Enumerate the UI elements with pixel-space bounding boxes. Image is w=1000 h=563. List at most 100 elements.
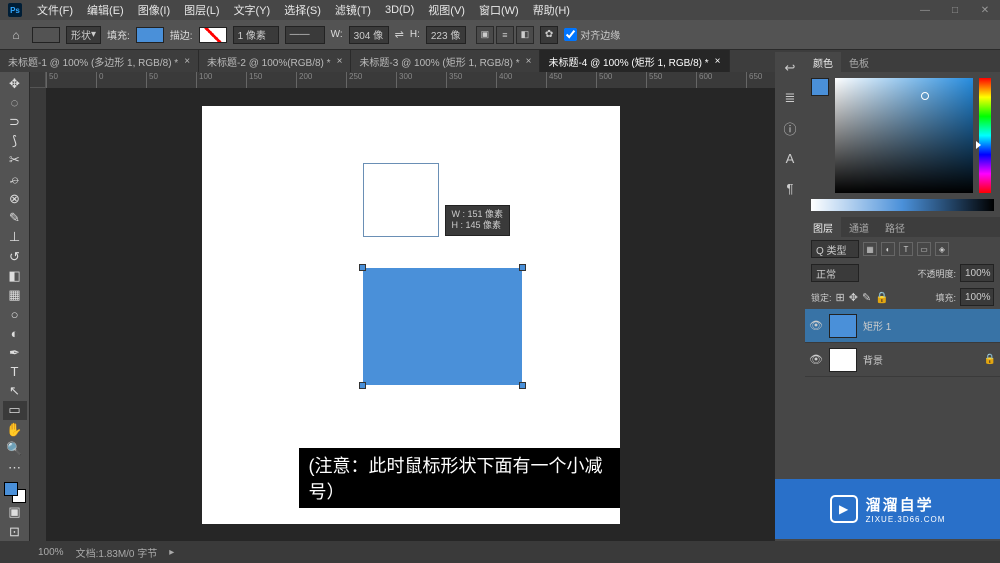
- layer-row[interactable]: 👁 矩形 1: [805, 309, 1000, 343]
- hue-slider[interactable]: [979, 78, 991, 193]
- stroke-style[interactable]: ——: [285, 26, 325, 44]
- eyedrop-tool[interactable]: ⌮: [3, 170, 27, 189]
- blur-tool[interactable]: ○: [3, 305, 27, 324]
- menu-layer[interactable]: 图层(L): [177, 2, 226, 18]
- menu-filter[interactable]: 滤镜(T): [328, 2, 378, 18]
- color-tab[interactable]: 颜色: [805, 52, 841, 72]
- menu-type[interactable]: 文字(Y): [227, 2, 278, 18]
- fill-opacity-field[interactable]: 100%: [960, 288, 994, 306]
- lock-pos-icon[interactable]: ✥: [849, 291, 858, 304]
- handle-tr[interactable]: [519, 264, 526, 271]
- ruler-origin[interactable]: [30, 72, 46, 88]
- color-ramp[interactable]: [811, 199, 994, 211]
- menu-file[interactable]: 文件(F): [30, 2, 80, 18]
- layers-tab[interactable]: 图层: [805, 217, 841, 237]
- tab-doc1[interactable]: 未标题-1 @ 100% (多边形 1, RGB/8) *×: [0, 50, 199, 72]
- path-arrange[interactable]: ◧: [516, 26, 534, 44]
- zoom-level[interactable]: 100%: [38, 547, 64, 558]
- dodge-tool[interactable]: ◐: [3, 324, 27, 343]
- tab-doc2[interactable]: 未标题-2 @ 100%(RGB/8) *×: [199, 50, 351, 72]
- menu-edit[interactable]: 编辑(E): [80, 2, 131, 18]
- align-edges-checkbox[interactable]: 对齐边缘: [564, 27, 620, 42]
- height-field[interactable]: 223 像: [426, 26, 466, 44]
- home-icon[interactable]: ⌂: [6, 25, 26, 45]
- filter-type-icon[interactable]: T: [899, 242, 913, 256]
- canvas-area[interactable]: W : 151 像素 H : 145 像素 (注意：此时鼠标形状下面有一个小减号…: [46, 88, 775, 541]
- canvas[interactable]: W : 151 像素 H : 145 像素 (注意：此时鼠标形状下面有一个小减号…: [202, 106, 620, 524]
- paths-tab[interactable]: 路径: [877, 217, 913, 237]
- ruler-vertical[interactable]: [30, 88, 46, 541]
- doc-size[interactable]: 文档:1.83M/0 字节: [76, 545, 158, 560]
- tab-doc3[interactable]: 未标题-3 @ 100% (矩形 1, RGB/8) *×: [351, 50, 540, 72]
- stroke-width[interactable]: 1 像素: [233, 26, 279, 44]
- menu-help[interactable]: 帮助(H): [526, 2, 577, 18]
- swatches-tab[interactable]: 色板: [841, 52, 877, 72]
- handle-tl[interactable]: [359, 264, 366, 271]
- para-icon[interactable]: ¶: [780, 178, 800, 198]
- tool-preset[interactable]: [32, 27, 60, 43]
- info-icon[interactable]: ⓘ: [780, 118, 800, 138]
- opacity-field[interactable]: 100%: [960, 264, 994, 282]
- menu-window[interactable]: 窗口(W): [472, 2, 526, 18]
- blend-mode[interactable]: 正常: [811, 264, 859, 282]
- type-tool[interactable]: T: [3, 362, 27, 381]
- handle-bl[interactable]: [359, 382, 366, 389]
- picker-indicator[interactable]: [921, 92, 929, 100]
- screenmode-tool[interactable]: ⊡: [3, 522, 27, 541]
- close-icon[interactable]: ×: [184, 56, 190, 67]
- filter-pixel-icon[interactable]: ▦: [863, 242, 877, 256]
- rectangle-shape[interactable]: [363, 268, 522, 385]
- filter-adj-icon[interactable]: ◐: [881, 242, 895, 256]
- channels-tab[interactable]: 通道: [841, 217, 877, 237]
- lock-pix-icon[interactable]: ✎: [862, 291, 871, 304]
- handle-br[interactable]: [519, 382, 526, 389]
- close-button[interactable]: ✕: [970, 0, 1000, 20]
- brush-tool[interactable]: ✎: [3, 209, 27, 228]
- color-swap[interactable]: [4, 482, 26, 503]
- minimize-button[interactable]: —: [910, 0, 940, 20]
- marquee-tool[interactable]: ◌: [3, 93, 27, 112]
- shape-mode-select[interactable]: 形状 ▾: [66, 26, 101, 44]
- shape-options[interactable]: ✿: [540, 26, 558, 44]
- link-icon[interactable]: ⇌: [395, 28, 404, 41]
- zoom-tool[interactable]: 🔍: [3, 439, 27, 458]
- close-icon[interactable]: ×: [715, 56, 721, 67]
- path-tool[interactable]: ↖: [3, 382, 27, 401]
- crop-tool[interactable]: ✂: [3, 151, 27, 170]
- width-field[interactable]: 304 像: [349, 26, 389, 44]
- layer-thumb[interactable]: [829, 348, 857, 372]
- path-align[interactable]: ≡: [496, 26, 514, 44]
- fill-swatch[interactable]: [136, 27, 164, 43]
- history-icon[interactable]: ↩: [780, 58, 800, 78]
- eraser-tool[interactable]: ◧: [3, 266, 27, 285]
- layer-thumb[interactable]: [829, 314, 857, 338]
- menu-image[interactable]: 图像(I): [131, 2, 177, 18]
- layer-name[interactable]: 背景: [863, 352, 883, 367]
- filter-smart-icon[interactable]: ◈: [935, 242, 949, 256]
- stroke-swatch[interactable]: [199, 27, 227, 43]
- visibility-icon[interactable]: 👁: [809, 319, 823, 332]
- close-icon[interactable]: ×: [526, 56, 532, 67]
- wand-tool[interactable]: ⟆: [3, 132, 27, 151]
- menu-select[interactable]: 选择(S): [277, 2, 328, 18]
- gradient-tool[interactable]: ▦: [3, 285, 27, 304]
- menu-3d[interactable]: 3D(D): [378, 4, 421, 16]
- fg-swatch[interactable]: [811, 78, 829, 96]
- lock-all-icon[interactable]: ⊞: [836, 291, 845, 304]
- tab-doc4[interactable]: 未标题-4 @ 100% (矩形 1, RGB/8) *×: [540, 50, 729, 72]
- layer-name[interactable]: 矩形 1: [863, 318, 891, 333]
- shape-tool[interactable]: ▭: [3, 401, 27, 420]
- char-icon[interactable]: A: [780, 148, 800, 168]
- layer-row[interactable]: 👁 背景 🔒: [805, 343, 1000, 377]
- move-tool[interactable]: ✥: [3, 74, 27, 93]
- stamp-tool[interactable]: ⊥: [3, 228, 27, 247]
- status-arrow[interactable]: ▸: [169, 547, 174, 558]
- menu-view[interactable]: 视图(V): [421, 2, 472, 18]
- lock-icon[interactable]: 🔒: [875, 291, 889, 304]
- maximize-button[interactable]: □: [940, 0, 970, 20]
- quickmask-tool[interactable]: ▣: [3, 503, 27, 522]
- foreground-color[interactable]: [4, 482, 18, 496]
- heal-tool[interactable]: ⊗: [3, 189, 27, 208]
- lasso-tool[interactable]: ⊃: [3, 112, 27, 131]
- pen-tool[interactable]: ✒: [3, 343, 27, 362]
